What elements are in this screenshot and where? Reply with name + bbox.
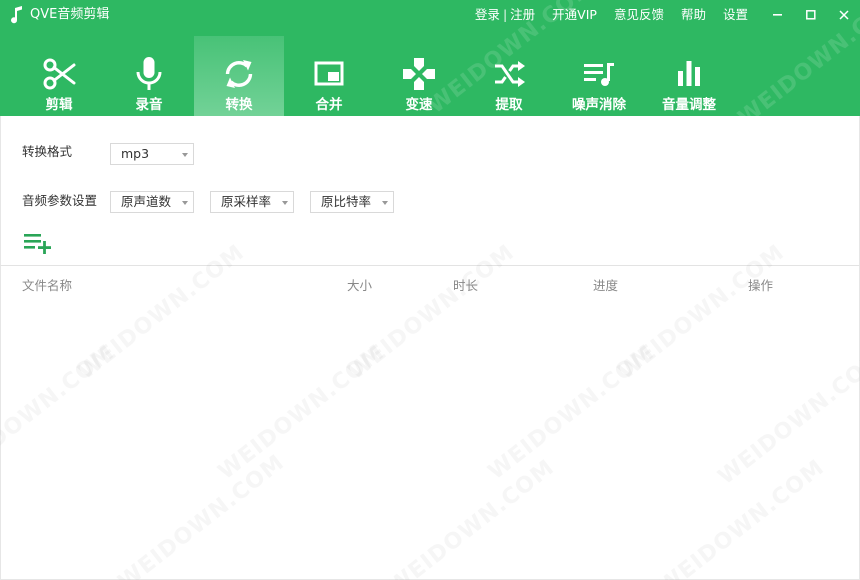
link-separator: |	[502, 7, 508, 22]
tool-label: 转换	[225, 97, 253, 113]
tool-record[interactable]: 录音	[104, 36, 194, 116]
column-header-filename: 文件名称	[22, 278, 73, 293]
minimize-icon	[772, 14, 782, 16]
speed-dpad-icon	[403, 58, 435, 90]
app-title: QVE音频剪辑	[30, 7, 110, 22]
tool-label: 音量调整	[662, 97, 716, 113]
window-controls	[761, 0, 860, 30]
tool-convert[interactable]: 转换	[194, 36, 284, 116]
column-header-size: 大小	[347, 278, 373, 293]
convert-arrows-icon	[225, 60, 253, 88]
settings-link[interactable]: 设置	[723, 6, 748, 24]
playlist-music-icon	[584, 63, 614, 86]
file-list-table: 文件名称 大小 时长 进度 操作	[0, 265, 860, 580]
channels-select[interactable]: 原声道数	[110, 191, 194, 213]
samplerate-select[interactable]: 原采样率	[210, 191, 294, 213]
channels-select-value: 原声道数	[121, 194, 172, 209]
tool-noise-removal[interactable]: 噪声消除	[554, 36, 644, 116]
tool-label: 提取	[495, 97, 523, 113]
tool-speed[interactable]: 变速	[374, 36, 464, 116]
chevron-down-icon	[282, 201, 288, 205]
tool-merge[interactable]: 合并	[284, 36, 374, 116]
column-header-actions: 操作	[748, 278, 774, 293]
function-toolbar: 剪辑 录音 转换 合并 变速 提取 噪声消除 音量调整	[14, 36, 734, 116]
tool-label: 变速	[405, 97, 433, 113]
playlist-add-icon[interactable]	[23, 232, 53, 254]
music-note-icon	[11, 6, 22, 24]
microphone-icon	[136, 57, 162, 90]
equalizer-bars-icon	[678, 61, 700, 86]
tool-edit[interactable]: 剪辑	[14, 36, 104, 116]
feedback-link[interactable]: 意见反馈	[614, 6, 664, 24]
chevron-down-icon	[182, 201, 188, 205]
chevron-down-icon	[182, 153, 188, 157]
audio-params-label: 音频参数设置	[22, 193, 98, 208]
maximize-button[interactable]	[794, 0, 827, 30]
merge-window-icon	[314, 61, 344, 86]
top-header: QVE音频剪辑 登录 | 注册 开通VIP 意见反馈 帮助 设置 剪辑 录音 转…	[0, 0, 860, 116]
tool-label: 录音	[135, 97, 163, 113]
tool-label: 噪声消除	[572, 97, 626, 113]
close-icon	[838, 10, 849, 20]
login-link[interactable]: 登录	[475, 6, 500, 24]
help-link[interactable]: 帮助	[681, 6, 706, 24]
column-header-duration: 时长	[453, 278, 479, 293]
vip-link[interactable]: 开通VIP	[552, 6, 597, 24]
maximize-icon	[805, 10, 816, 20]
tool-label: 合并	[315, 97, 343, 113]
close-button[interactable]	[827, 0, 860, 30]
bitrate-select[interactable]: 原比特率	[310, 191, 394, 213]
bitrate-select-value: 原比特率	[321, 194, 372, 209]
register-link[interactable]: 注册	[510, 6, 535, 24]
column-header-progress: 进度	[593, 278, 619, 293]
tool-label: 剪辑	[45, 97, 73, 113]
tool-volume-adjust[interactable]: 音量调整	[644, 36, 734, 116]
chevron-down-icon	[382, 201, 388, 205]
convert-settings-panel: 转换格式 mp3 音频参数设置 原声道数 原采样率 原比特率	[0, 116, 860, 266]
title-bar: QVE音频剪辑 登录 | 注册 开通VIP 意见反馈 帮助 设置	[0, 0, 860, 30]
shuffle-icon	[495, 61, 525, 87]
minimize-button[interactable]	[761, 0, 794, 30]
format-select-value: mp3	[121, 146, 150, 161]
top-links: 登录 | 注册 开通VIP 意见反馈 帮助 设置	[475, 6, 748, 24]
format-select[interactable]: mp3	[110, 143, 194, 165]
samplerate-select-value: 原采样率	[221, 194, 272, 209]
tool-extract[interactable]: 提取	[464, 36, 554, 116]
scissors-icon	[43, 58, 76, 90]
format-label: 转换格式	[22, 144, 73, 159]
